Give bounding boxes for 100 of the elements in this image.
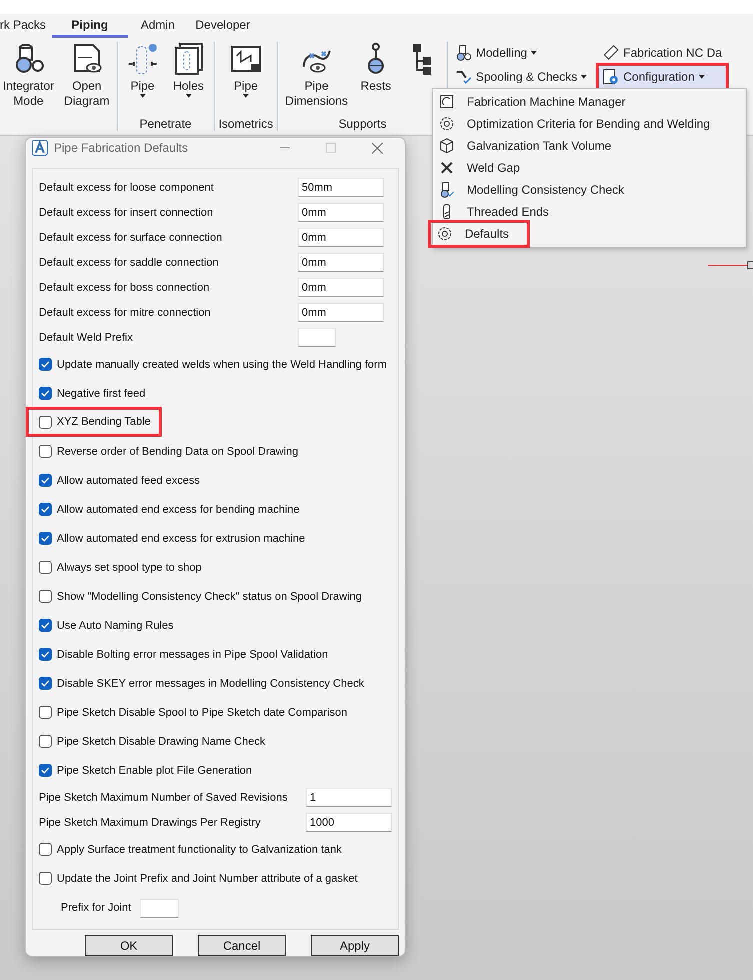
- field-label: Default excess for insert connection: [39, 206, 214, 218]
- input-field[interactable]: [140, 898, 179, 918]
- checkbox-label: Reverse order of Bending Data on Spool Drawing: [57, 446, 299, 458]
- checkbox-label: XYZ Bending Table: [57, 416, 151, 428]
- settings-icon: [439, 116, 455, 132]
- input-field[interactable]: 50mm: [298, 178, 384, 197]
- app-icon: [32, 140, 48, 156]
- ribbon-button[interactable]: Rests: [355, 42, 398, 117]
- checkbox-label: Apply Surface treatment functionality to Galvanization tank: [57, 844, 342, 856]
- ribbon-button[interactable]: Pipe: [225, 42, 268, 117]
- cylinder-icon: [456, 45, 472, 61]
- close-icon[interactable]: [372, 142, 383, 154]
- pipe-check-icon: [456, 69, 472, 85]
- field-label: Default excess for boss connection: [39, 282, 211, 294]
- menu-item[interactable]: Defaults: [431, 223, 527, 245]
- group-label: Penetrate: [140, 117, 192, 131]
- ribbon-tab[interactable]: Admin: [128, 14, 188, 38]
- field-label: Default excess for saddle connection: [39, 256, 220, 268]
- input-field[interactable]: 0mm: [298, 278, 384, 297]
- ribbon-small-button[interactable]: Configuration: [599, 66, 726, 88]
- caret-icon: [581, 75, 588, 79]
- ribbon-button[interactable]: Pipe: [122, 42, 164, 117]
- dialog-button[interactable]: Apply: [311, 935, 399, 956]
- input-field[interactable]: 0mm: [298, 303, 384, 322]
- checkbox-label: Pipe Sketch Enable plot File Generation: [57, 764, 252, 776]
- caret-icon: [140, 94, 146, 98]
- checkbox-label: Allow automated feed excess: [57, 474, 200, 486]
- checkbox-label: Pipe Sketch Disable Drawing Name Check: [57, 736, 266, 748]
- checkbox-label: Allow automated end excess for bending machine: [57, 504, 300, 516]
- checkbox-label: Use Auto Naming Rules: [57, 620, 174, 632]
- caret-icon: [531, 51, 538, 55]
- checkbox[interactable]: [39, 619, 52, 632]
- checkbox[interactable]: [39, 445, 52, 458]
- ribbon-small-button[interactable]: Modelling: [452, 42, 592, 64]
- machine-icon: [439, 94, 455, 110]
- caret-icon: [698, 75, 705, 79]
- checkbox[interactable]: [39, 590, 52, 603]
- checkbox[interactable]: [39, 387, 52, 400]
- ribbon-small-button[interactable]: Fabrication NC Da: [599, 42, 726, 64]
- checkbox[interactable]: [39, 872, 52, 885]
- ribbon-tab[interactable]: rk Packs: [0, 14, 52, 38]
- window-title: Pipe Fabrication Defaults: [54, 141, 190, 155]
- checkbox-label: Update manually created welds when using the Weld Handling form: [57, 358, 387, 370]
- checkbox[interactable]: [39, 561, 52, 574]
- menu-item[interactable]: Fabrication Machine Manager: [433, 91, 746, 113]
- input-field[interactable]: 1000: [306, 813, 392, 832]
- checkbox-label: Disable SKEY error messages in Modelling Consistency Check: [57, 678, 364, 690]
- document-gear-icon: [603, 69, 620, 85]
- checkbox-label: Show "Modelling Consistency Check" status on Spool Drawing: [57, 590, 362, 602]
- ribbon-button[interactable]: Pipe Dimensions: [282, 42, 352, 117]
- ribbon-tab[interactable]: Developer: [188, 14, 258, 38]
- checkbox[interactable]: [39, 358, 52, 371]
- cylinder-check-icon: [439, 182, 455, 198]
- caret-icon: [186, 94, 192, 98]
- ribbon-small-button[interactable]: Spooling & Checks: [452, 66, 592, 88]
- checkbox-label: Disable Bolting error messages in Pipe Spool Validation: [57, 648, 328, 660]
- checkbox-label: Allow automated end excess for extrusion machine: [57, 532, 306, 544]
- input-field[interactable]: 0mm: [298, 228, 384, 247]
- ribbon-button[interactable]: Holes: [168, 42, 210, 117]
- checkbox[interactable]: [39, 735, 52, 748]
- input-field[interactable]: [298, 328, 336, 347]
- menu-item[interactable]: Optimization Criteria for Bending and Welding: [433, 113, 746, 135]
- field-label: Prefix for Joint: [61, 902, 132, 914]
- cross-icon: [439, 160, 455, 176]
- checkbox[interactable]: [39, 843, 52, 856]
- input-field[interactable]: 1: [306, 788, 392, 807]
- canvas-line-drawing: [708, 261, 753, 270]
- checkbox[interactable]: [39, 503, 52, 516]
- checkbox-label: Pipe Sketch Disable Spool to Pipe Sketch date Comparison: [57, 706, 348, 718]
- input-field[interactable]: 0mm: [298, 253, 384, 272]
- checkbox[interactable]: [39, 532, 52, 545]
- menu-item[interactable]: Modelling Consistency Check: [433, 179, 746, 201]
- checkbox[interactable]: [39, 416, 52, 428]
- checkbox[interactable]: [39, 706, 52, 719]
- settings-icon: [437, 226, 453, 242]
- group-label: Supports: [338, 117, 387, 131]
- ribbon-button[interactable]: Open Diagram: [61, 42, 113, 131]
- field-label: Pipe Sketch Maximum Drawings Per Registry: [39, 816, 262, 828]
- field-label: Pipe Sketch Maximum Number of Saved Revisions: [39, 792, 289, 804]
- field-label: Default excess for mitre connection: [39, 306, 212, 318]
- group-label: Isometrics: [218, 117, 274, 131]
- field-label: Default excess for surface connection: [39, 232, 224, 244]
- cube-icon: [439, 138, 455, 154]
- caret-icon: [243, 94, 250, 98]
- dialog-button[interactable]: Cancel: [198, 935, 286, 956]
- checkbox[interactable]: [39, 474, 52, 487]
- menu-item[interactable]: Weld Gap: [433, 157, 746, 179]
- input-field[interactable]: 0mm: [298, 203, 384, 222]
- checkbox[interactable]: [39, 764, 52, 777]
- ribbon-button[interactable]: Integrator Mode: [0, 42, 58, 131]
- dialog-button[interactable]: OK: [85, 935, 173, 956]
- field-label: Default Weld Prefix: [39, 332, 134, 344]
- checkbox[interactable]: [39, 648, 52, 661]
- field-label: Default excess for loose component: [39, 182, 215, 194]
- checkbox[interactable]: [39, 677, 52, 690]
- checkbox-label: Update the Joint Prefix and Joint Number attribute of a gasket: [57, 872, 358, 884]
- checkbox-label: Negative first feed: [57, 388, 146, 400]
- menu-item[interactable]: Galvanization Tank Volume: [433, 135, 746, 157]
- menu-item[interactable]: Threaded Ends: [433, 201, 746, 223]
- checkbox-label: Always set spool type to shop: [57, 562, 202, 574]
